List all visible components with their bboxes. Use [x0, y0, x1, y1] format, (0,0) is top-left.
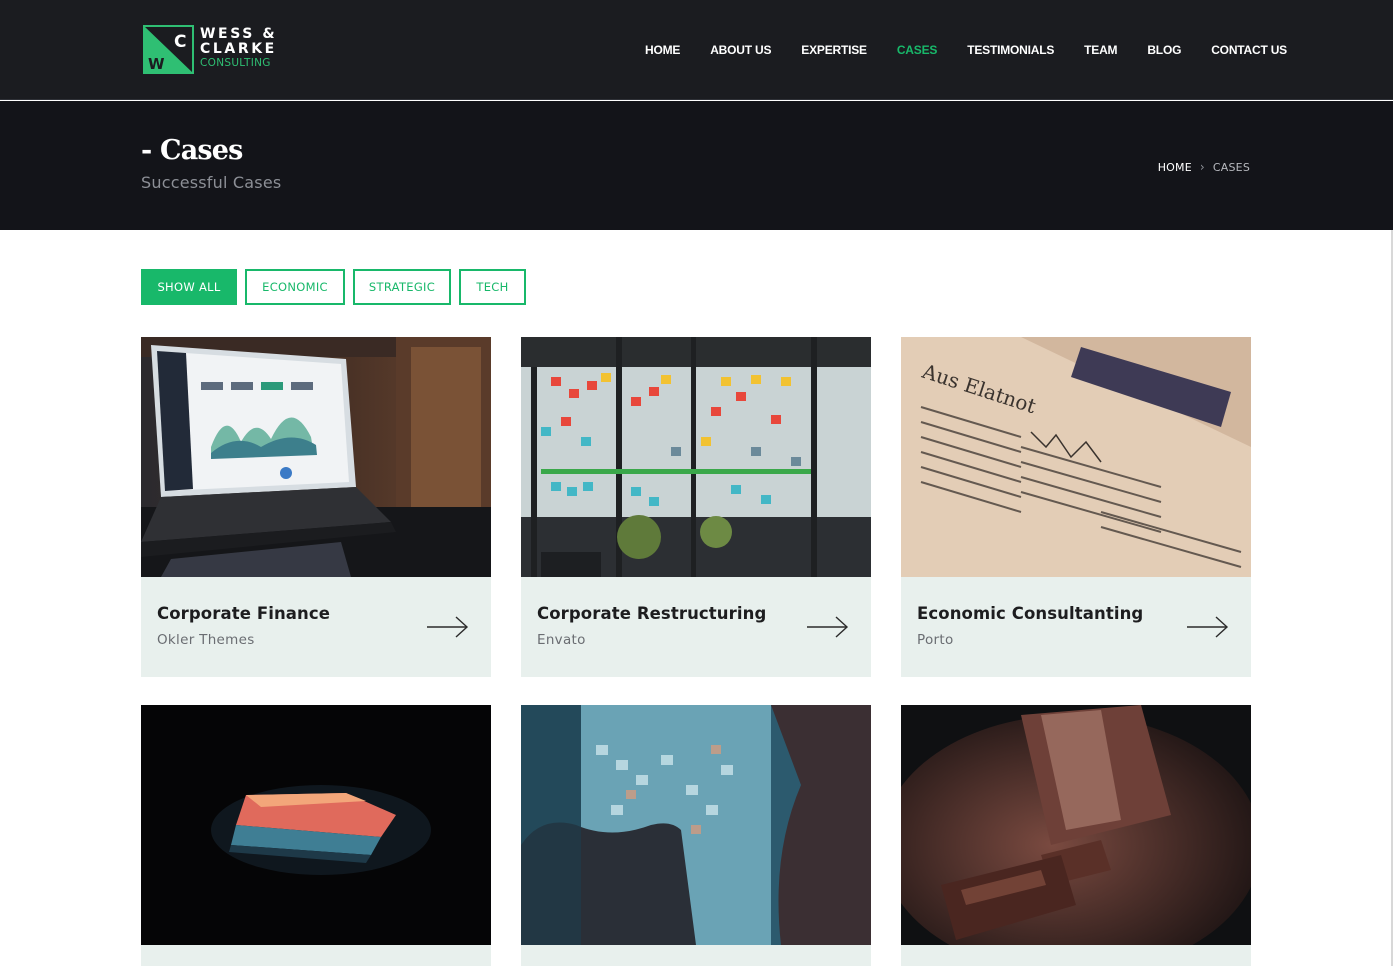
case-card[interactable]: [521, 705, 871, 966]
nav-team[interactable]: TEAM: [1084, 43, 1117, 57]
brand-logo[interactable]: C W WESS & CLARKE CONSULTING: [143, 25, 283, 75]
nav-blog[interactable]: BLOG: [1147, 43, 1181, 57]
breadcrumb-home-link[interactable]: HOME: [1158, 161, 1192, 174]
site-header: C W WESS & CLARKE CONSULTING HOME ABOUT …: [0, 0, 1393, 100]
nav-contact-us[interactable]: CONTACT US: [1211, 43, 1287, 57]
case-card[interactable]: Corporate Finance Okler Themes: [141, 337, 491, 677]
page-header: - Cases Successful Cases HOME › CASES: [0, 101, 1393, 230]
dark-laptop-glow-photo: [141, 705, 491, 945]
nav-expertise[interactable]: EXPERTISE: [801, 43, 867, 57]
case-card[interactable]: [901, 705, 1251, 966]
chevron-right-icon: ›: [1199, 160, 1205, 174]
arrow-right-icon[interactable]: [1186, 615, 1230, 639]
planning-board-photo: [521, 705, 871, 945]
brand-line-2: CLARKE: [200, 41, 277, 57]
filter-economic-button[interactable]: ECONOMIC: [245, 269, 345, 305]
sticky-notes-glass-wall-photo: [521, 337, 871, 577]
case-title[interactable]: Economic Consultanting: [917, 604, 1143, 623]
nav-home[interactable]: HOME: [645, 43, 680, 57]
brand-line-1: WESS &: [200, 26, 278, 42]
case-source: Porto: [917, 632, 954, 648]
laptop-dashboard-photo: [141, 337, 491, 577]
nav-about-us[interactable]: ABOUT US: [710, 43, 771, 57]
brand-wordmark: WESS & CLARKE CONSULTING: [200, 27, 277, 69]
case-card[interactable]: [141, 705, 491, 966]
case-card[interactable]: Aus Elatnot Economic Consultanting Porto: [901, 337, 1251, 677]
svg-text:C: C: [174, 32, 186, 52]
filter-strategic-button[interactable]: STRATEGIC: [353, 269, 451, 305]
nav-testimonials[interactable]: TESTIMONIALS: [967, 43, 1054, 57]
case-source: Envato: [537, 632, 586, 648]
filter-tech-button[interactable]: TECH: [459, 269, 526, 305]
svg-text:W: W: [148, 55, 165, 73]
case-card[interactable]: Corporate Restructuring Envato: [521, 337, 871, 677]
case-title[interactable]: Corporate Finance: [157, 604, 330, 623]
main-nav: HOME ABOUT US EXPERTISE CASES TESTIMONIA…: [645, 43, 1317, 57]
case-title[interactable]: Corporate Restructuring: [537, 604, 766, 623]
breadcrumb-current: CASES: [1212, 160, 1250, 174]
case-source: Okler Themes: [157, 632, 255, 648]
financial-newspaper-photo: Aus Elatnot: [901, 337, 1251, 577]
case-filters: SHOW ALL ECONOMIC STRATEGIC TECH: [141, 269, 534, 305]
page-subtitle: Successful Cases: [141, 173, 282, 192]
arrow-right-icon[interactable]: [806, 615, 850, 639]
brand-logo-mark: C W: [143, 25, 194, 74]
arrow-right-icon[interactable]: [426, 615, 470, 639]
filter-show-all-button[interactable]: SHOW ALL: [141, 269, 237, 305]
nav-cases[interactable]: CASES: [897, 43, 938, 57]
gavel-photo: [901, 705, 1251, 945]
page-title: - Cases: [141, 135, 243, 166]
brand-line-3: CONSULTING: [200, 57, 271, 69]
breadcrumb: HOME › CASES: [1158, 160, 1250, 174]
